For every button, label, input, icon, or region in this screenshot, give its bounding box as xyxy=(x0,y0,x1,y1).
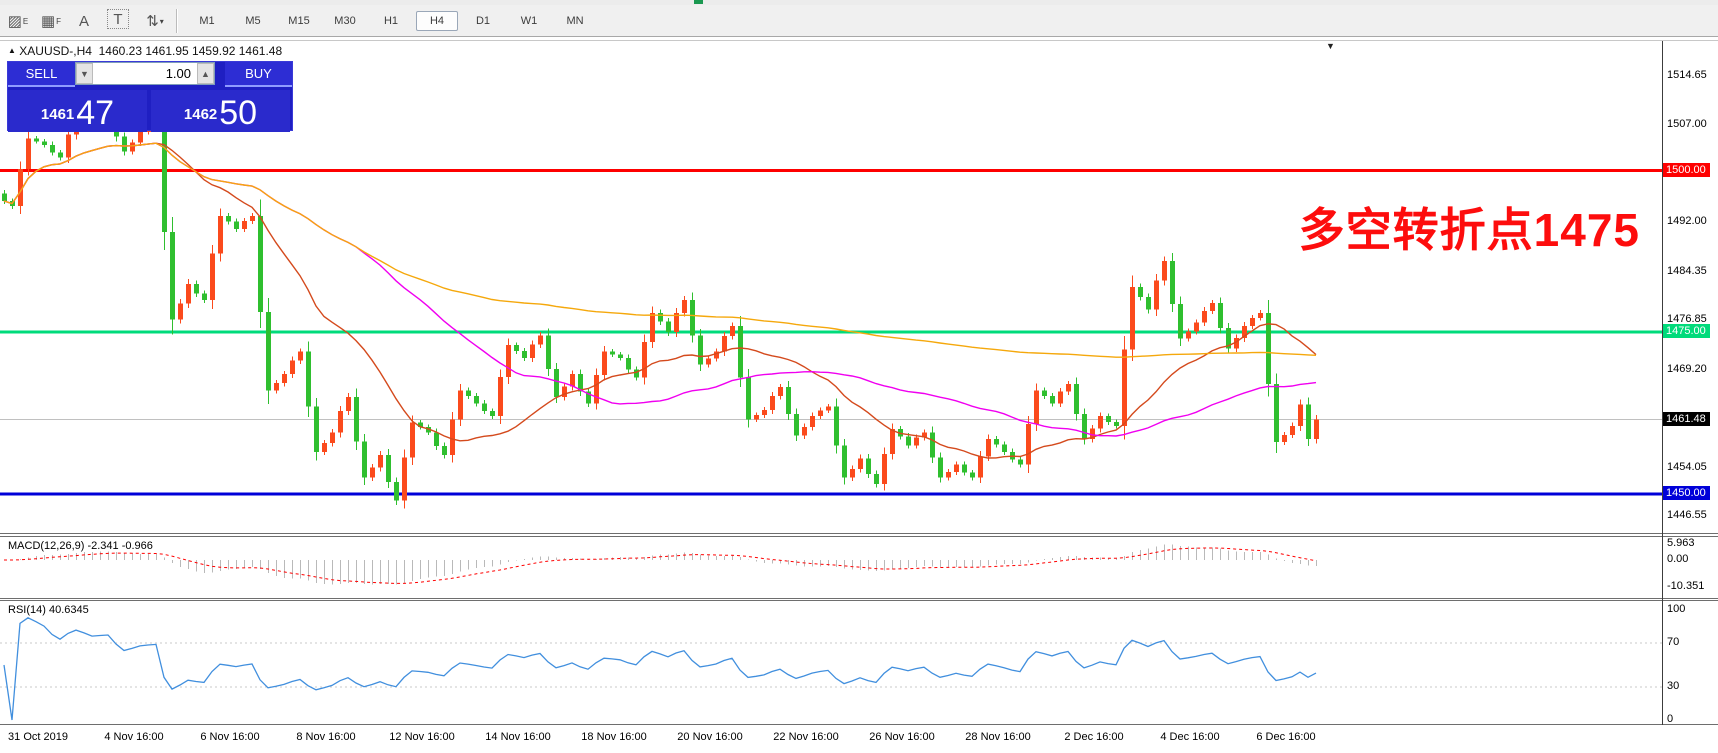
price-flag-1450.00: 1450.00 xyxy=(1663,486,1710,500)
price-flag-1475.00: 1475.00 xyxy=(1663,324,1710,338)
time-tick: 2 Dec 16:00 xyxy=(1064,731,1123,743)
cursor-mode-icon[interactable]: ⇅▾ xyxy=(140,9,170,33)
main-macd-divider[interactable] xyxy=(0,533,1718,534)
time-tick: 31 Oct 2019 xyxy=(8,731,68,743)
bid-price-major: 1461 xyxy=(41,100,74,130)
connection-status-mark xyxy=(694,0,703,4)
price-tick-1514.65: 1514.65 xyxy=(1667,69,1707,81)
hline-1500[interactable] xyxy=(0,169,1662,172)
macd-rsi-divider[interactable] xyxy=(0,598,1718,599)
time-tick: 14 Nov 16:00 xyxy=(485,731,550,743)
ohlc-readout: 1460.23 1461.95 1459.92 1461.48 xyxy=(99,44,283,58)
price-flag-1500.00: 1500.00 xyxy=(1663,163,1710,177)
time-tick: 6 Nov 16:00 xyxy=(200,731,259,743)
text-label-icon: A xyxy=(79,11,89,33)
sell-button[interactable]: SELL xyxy=(8,62,75,87)
rsi-line xyxy=(4,618,1316,720)
ma-45-line xyxy=(4,143,1316,436)
record-mark xyxy=(1437,1,1451,4)
chart-title: ▲ XAUUSD-,H4 1460.23 1461.95 1459.92 146… xyxy=(8,44,282,58)
hline-1450[interactable] xyxy=(0,492,1662,495)
price-flag-1461.48: 1461.48 xyxy=(1663,412,1710,426)
rsi-timeaxis-divider xyxy=(0,724,1718,725)
ma-20-line xyxy=(4,143,1316,458)
timeframe-button-h4[interactable]: H4 xyxy=(416,11,458,31)
price-tick-1484.35: 1484.35 xyxy=(1667,265,1707,277)
timeframe-button-h1[interactable]: H1 xyxy=(370,11,412,31)
indicator-grid-icon: ▦ xyxy=(41,11,55,33)
rsi-tick-30: 30 xyxy=(1667,680,1679,692)
rsi-tick-100: 100 xyxy=(1667,603,1685,615)
timeframe-button-m15[interactable]: M15 xyxy=(278,11,320,31)
rsi-tick-70: 70 xyxy=(1667,636,1679,648)
price-tick-1454.05: 1454.05 xyxy=(1667,461,1707,473)
macd-tick-5.963: 5.963 xyxy=(1667,537,1695,549)
time-tick: 22 Nov 16:00 xyxy=(773,731,838,743)
timeframe-button-m30[interactable]: M30 xyxy=(324,11,366,31)
timeframe-button-w1[interactable]: W1 xyxy=(508,11,550,31)
text-label-icon[interactable]: A xyxy=(69,9,99,33)
timeframe-button-mn[interactable]: MN xyxy=(554,11,596,31)
toolbar-separator xyxy=(176,9,178,33)
text-box-icon: T xyxy=(113,12,122,28)
collapse-arrow-icon[interactable]: ▲ xyxy=(8,46,16,55)
current-price-line[interactable] xyxy=(0,419,1662,420)
macd-tick--10.351: -10.351 xyxy=(1667,580,1704,592)
sell-price-button[interactable]: 1461 47 xyxy=(8,90,147,132)
timeframe-button-m1[interactable]: M1 xyxy=(186,11,228,31)
macd-histogram xyxy=(5,544,1317,584)
volume-decrease-button[interactable]: ▼ xyxy=(76,63,93,84)
expert-advisors-icon: ▨ xyxy=(8,11,22,33)
buy-button[interactable]: BUY xyxy=(225,62,292,87)
time-tick: 20 Nov 16:00 xyxy=(677,731,742,743)
icon-badge: E xyxy=(23,11,28,33)
price-tick-1446.55: 1446.55 xyxy=(1667,509,1707,521)
timeframe-button-m5[interactable]: M5 xyxy=(232,11,274,31)
time-tick: 8 Nov 16:00 xyxy=(296,731,355,743)
ask-price-minor: 50 xyxy=(219,96,257,130)
macd-indicator-canvas[interactable] xyxy=(0,537,1663,598)
chart-toolbar: ▨E▦FAT⇅▾ M1M5M15M30H1H4D1W1MN xyxy=(0,5,1718,37)
indicator-grid-icon[interactable]: ▦F xyxy=(36,9,66,33)
bid-price-minor: 47 xyxy=(76,96,114,130)
mt4-terminal-window: ▨E▦FAT⇅▾ M1M5M15M30H1H4D1W1MN ▲ XAUUSD-,… xyxy=(0,0,1718,753)
chart-annotation-text: 多空转折点1475 xyxy=(1299,194,1640,260)
drawing-tools-group: ▨E▦FAT⇅▾ xyxy=(0,9,170,33)
rsi-indicator-canvas[interactable] xyxy=(0,601,1663,723)
icon-badge: ▾ xyxy=(160,11,164,33)
timeframe-button-d1[interactable]: D1 xyxy=(462,11,504,31)
volume-spinner: ▼ ▲ xyxy=(75,62,215,85)
time-tick: 12 Nov 16:00 xyxy=(389,731,454,743)
icon-badge: F xyxy=(56,11,61,33)
ma-400-line xyxy=(4,143,1316,357)
expert-advisors-icon[interactable]: ▨E xyxy=(3,9,33,33)
time-tick: 28 Nov 16:00 xyxy=(965,731,1030,743)
time-tick: 26 Nov 16:00 xyxy=(869,731,934,743)
ask-price-major: 1462 xyxy=(184,100,217,130)
volume-input[interactable] xyxy=(93,63,197,84)
time-tick: 18 Nov 16:00 xyxy=(581,731,646,743)
volume-increase-button[interactable]: ▲ xyxy=(197,63,214,84)
candlestick-series xyxy=(2,108,1319,509)
rsi-tick-0: 0 xyxy=(1667,713,1673,725)
macd-indicator-label: MACD(12,26,9) -2.341 -0.966 xyxy=(8,540,153,552)
price-tick-1469.20: 1469.20 xyxy=(1667,363,1707,375)
one-click-trading-panel: SELL ▼ ▲ BUY 1461 47 1462 50 xyxy=(7,61,293,131)
symbol-timeframe-label: XAUUSD-,H4 xyxy=(19,44,92,58)
chart-frame-top xyxy=(0,40,1718,41)
rsi-indicator-label: RSI(14) 40.6345 xyxy=(8,604,89,616)
time-tick: 6 Dec 16:00 xyxy=(1256,731,1315,743)
time-tick: 4 Dec 16:00 xyxy=(1160,731,1219,743)
time-tick: 4 Nov 16:00 xyxy=(104,731,163,743)
text-box-icon[interactable]: T xyxy=(107,9,129,29)
chart-shift-marker[interactable]: ▼ xyxy=(1326,41,1335,51)
hline-1475[interactable] xyxy=(0,331,1662,334)
price-tick-1507.00: 1507.00 xyxy=(1667,118,1707,130)
macd-signal-line xyxy=(4,548,1316,583)
macd-tick-0.00: 0.00 xyxy=(1667,553,1688,565)
buy-price-button[interactable]: 1462 50 xyxy=(151,90,290,132)
price-tick-1492.00: 1492.00 xyxy=(1667,215,1707,227)
timeframe-button-group: M1M5M15M30H1H4D1W1MN xyxy=(184,11,598,31)
cursor-mode-icon: ⇅ xyxy=(146,11,159,33)
